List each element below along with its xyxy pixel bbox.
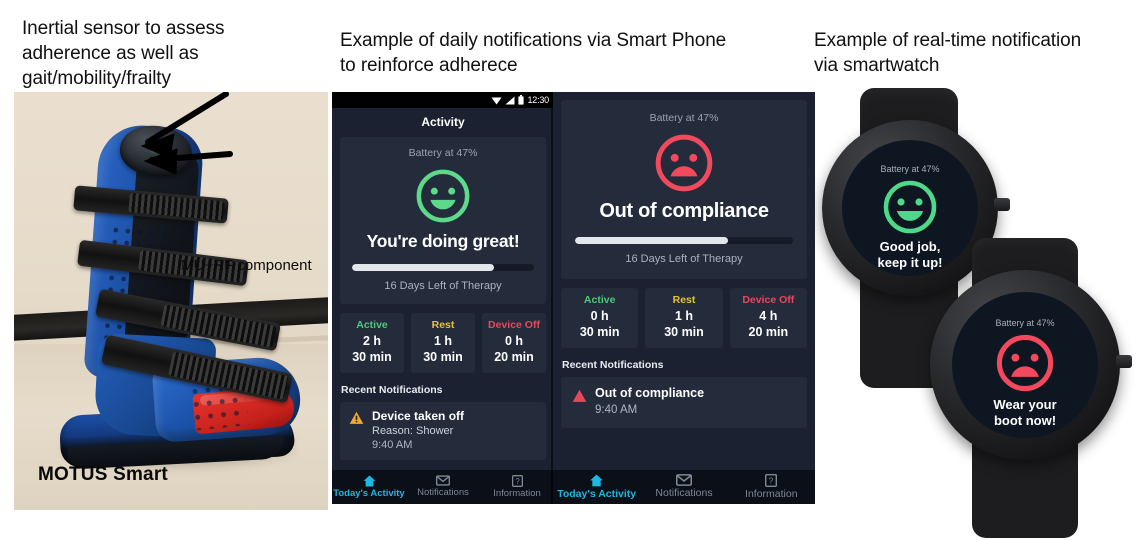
status-bar-time: 12:30: [527, 95, 549, 105]
nav-tab-label: Notifications: [655, 487, 713, 500]
signal-icon: [505, 96, 515, 104]
app-title: Activity: [421, 115, 465, 129]
stat-tile-device-off[interactable]: Device Off 0 h 20 min: [482, 313, 546, 374]
battery-status-text: Battery at 47%: [649, 112, 719, 124]
smartwatch-group: Battery at 47% Good job, keep it up! Bat…: [816, 88, 1140, 538]
therapy-days-remaining: 16 Days Left of Therapy: [384, 280, 502, 292]
notification-time: 9:40 AM: [595, 404, 638, 417]
stat-label: Active: [583, 294, 616, 306]
battery-status-text: Battery at 47%: [995, 318, 1055, 329]
notification-subtitle: Reason: Shower: [372, 425, 454, 438]
nav-tab-label: Information: [493, 487, 541, 499]
watch-crown-button[interactable]: [994, 198, 1010, 211]
nav-tab-label: Notifications: [417, 487, 469, 499]
stat-value-hours: 4 h: [759, 309, 778, 323]
nav-tab-label: Information: [745, 487, 798, 500]
warning-triangle-icon: [349, 411, 364, 425]
therapy-progress-bar: [575, 237, 793, 244]
smiley-happy-icon: [883, 181, 937, 234]
stat-label: Device Off: [742, 294, 795, 306]
stat-value-minutes: 20 min: [748, 324, 789, 339]
therapy-progress-fill: [575, 237, 728, 244]
smartphone-screen-out-of-compliance: Battery at 47% Out of compliance 16 Days…: [553, 92, 815, 504]
stat-value-minutes: 20 min: [494, 349, 534, 364]
notification-time: 9:40 AM: [372, 439, 413, 452]
stat-tile-device-off[interactable]: Device Off 4 h 20 min: [729, 288, 807, 349]
daily-stats-row: Active 2 h 30 min Rest 1 h 30 min Device…: [340, 313, 546, 374]
smiley-sad-icon: [996, 335, 1054, 392]
motus-smart-product-label: MOTUS Smart: [38, 464, 168, 485]
stat-value-hours: 0 h: [590, 309, 609, 323]
stat-label: Device Off: [488, 319, 540, 331]
caption-watch-column: Example of real-time notification via sm…: [814, 30, 1082, 77]
compliance-headline: You're doing great!: [366, 231, 520, 251]
stat-value-minutes: 30 min: [352, 349, 392, 364]
annotation-arrows: [140, 92, 233, 175]
caption-phone-column: Example of daily notifications via Smart…: [340, 30, 727, 77]
status-card: Battery at 47% You're doing great! 16 Da…: [340, 137, 546, 304]
battery-status-text: Battery at 47%: [880, 164, 940, 175]
nav-tab-notifications[interactable]: Notifications: [406, 475, 480, 498]
alert-triangle-icon: [572, 389, 587, 403]
therapy-progress-bar: [352, 264, 534, 271]
notification-item[interactable]: Device taken off Reason: Shower 9:40 AM: [340, 402, 546, 461]
therapy-progress-fill: [352, 264, 494, 271]
stat-label: Rest: [431, 319, 455, 331]
help-icon: ?: [765, 473, 778, 487]
therapy-days-remaining: 16 Days Left of Therapy: [625, 253, 743, 265]
watch-crown-button[interactable]: [1116, 355, 1132, 368]
smartwatch-out-of-compliance: Battery at 47% Wear your boot now!: [924, 238, 1136, 538]
watch-screen[interactable]: Battery at 47% Wear your boot now!: [952, 292, 1098, 438]
notification-title: Out of compliance: [595, 386, 705, 401]
stat-value-hours: 1 h: [433, 334, 453, 348]
battery-icon: [518, 95, 525, 105]
nav-tab-todays-activity[interactable]: Today's Activity: [553, 474, 640, 501]
smartphone-screen-compliant: 12:30 Activity Battery at 47% You're doi…: [332, 92, 554, 504]
stat-label: Active: [356, 319, 388, 331]
caption-boot-photo: Inertial sensor to assess adherence as w…: [22, 18, 225, 90]
bottom-navigation-bar: Today's Activity Notifications ? Informa…: [553, 470, 815, 504]
battery-status-text: Battery at 47%: [408, 147, 478, 159]
watch-message: Wear your boot now!: [993, 397, 1057, 428]
recent-notifications-header: Recent Notifications: [562, 359, 664, 372]
mail-icon: [675, 474, 692, 487]
nav-tab-label: Today's Activity: [333, 487, 405, 499]
notification-title: Device taken off: [372, 409, 465, 424]
stat-label: Rest: [672, 294, 696, 306]
recent-notifications-header: Recent Notifications: [341, 384, 443, 397]
svg-text:?: ?: [769, 475, 774, 485]
notification-item[interactable]: Out of compliance 9:40 AM: [561, 377, 807, 429]
nav-tab-information[interactable]: ? Information: [480, 474, 554, 499]
daily-stats-row: Active 0 h 30 min Rest 1 h 30 min Device…: [561, 288, 807, 349]
home-icon: [590, 474, 604, 487]
help-icon: ?: [511, 474, 523, 487]
smiley-sad-icon: [573, 132, 795, 194]
android-status-bar: 12:30: [332, 92, 554, 108]
stat-tile-active[interactable]: Active 2 h 30 min: [340, 313, 404, 374]
stat-value-minutes: 30 min: [579, 324, 620, 339]
wifi-icon: [491, 97, 502, 104]
stat-tile-rest[interactable]: Rest 1 h 30 min: [645, 288, 723, 349]
status-card: Battery at 47% Out of compliance 16 Days…: [561, 100, 807, 279]
nav-tab-label: Today's Activity: [557, 487, 637, 500]
nav-tab-information[interactable]: ? Information: [728, 473, 815, 501]
bottom-navigation-bar: Today's Activity Notifications ? Informa…: [332, 470, 554, 504]
stat-tile-rest[interactable]: Rest 1 h 30 min: [411, 313, 475, 374]
imu-component-callout-label: IMU+RF component: [177, 257, 312, 274]
nav-tab-todays-activity[interactable]: Today's Activity: [332, 475, 406, 499]
stat-value-minutes: 30 min: [423, 349, 463, 364]
smiley-happy-icon: [350, 167, 536, 225]
compliance-headline: Out of compliance: [599, 200, 769, 222]
mail-icon: [436, 475, 450, 486]
boot-photograph: IMU+RF component MOTUS Smart: [14, 92, 328, 510]
stat-value-hours: 1 h: [674, 309, 694, 323]
stat-tile-active[interactable]: Active 0 h 30 min: [561, 288, 639, 349]
stat-value-hours: 0 h: [504, 334, 524, 348]
stat-value-minutes: 30 min: [664, 324, 704, 339]
svg-text:?: ?: [515, 477, 520, 486]
stat-value-hours: 2 h: [362, 334, 382, 348]
nav-tab-notifications[interactable]: Notifications: [640, 474, 727, 500]
home-icon: [363, 475, 375, 487]
